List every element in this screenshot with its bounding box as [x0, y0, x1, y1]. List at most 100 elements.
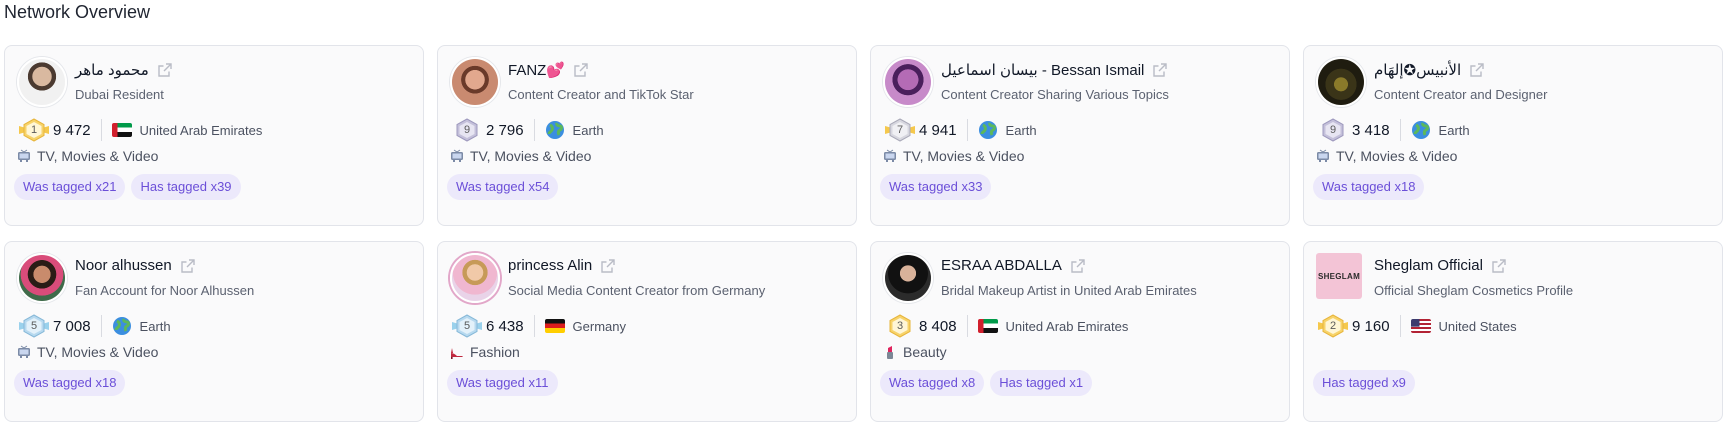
divider [533, 315, 535, 337]
profile-card[interactable]: محمود ماهر Dubai Resident 1 9 472 United… [4, 45, 424, 226]
avatar[interactable] [17, 253, 67, 303]
germany-flag-icon [544, 319, 565, 333]
rank-number: 1 [30, 124, 38, 136]
profile-stats: 9 2 796 Earth [450, 117, 604, 143]
category-label: TV, Movies & Video [903, 148, 1025, 164]
profile-subtitle: Content Creator and TikTok Star [508, 87, 694, 102]
profile-subtitle: Social Media Content Creator from German… [508, 283, 766, 298]
lipstick-icon [887, 346, 893, 359]
external-link-icon[interactable] [1070, 258, 1086, 274]
location-label: Earth [1438, 122, 1470, 138]
rank-number: 5 [30, 320, 38, 332]
tag-chip[interactable]: Has tagged x9 [1313, 370, 1415, 396]
profile-name[interactable]: Sheglam Official [1374, 257, 1483, 274]
avatar[interactable] [17, 57, 67, 107]
tag-chip[interactable]: Was tagged x18 [1313, 174, 1425, 200]
tag-chip[interactable]: Was tagged x33 [880, 174, 992, 200]
profile-subtitle: Fan Account for Noor Alhussen [75, 283, 255, 298]
tag-chip[interactable]: Was tagged x54 [447, 174, 559, 200]
avatar[interactable] [1316, 57, 1366, 107]
external-link-icon[interactable] [573, 62, 589, 78]
profile-card[interactable]: FANZ💕 Content Creator and TikTok Star 9 … [437, 45, 857, 226]
score-value: 3 418 [1352, 121, 1390, 139]
profile-header: الأنبيس✪إلهَام Content Creator and Desig… [1316, 57, 1710, 107]
rank-badge: 5 [17, 313, 51, 339]
external-link-icon[interactable] [1152, 62, 1168, 78]
rank-badge: 3 [883, 313, 917, 339]
rank-number: 9 [463, 124, 471, 136]
profile-card[interactable]: SHEGLAM Sheglam Official Official Shegla… [1303, 241, 1723, 422]
score-value: 7 008 [53, 317, 91, 335]
external-link-icon[interactable] [1469, 62, 1485, 78]
tag-list: Was tagged x8 Has tagged x1 [880, 370, 1093, 396]
rank-badge: 7 [883, 117, 917, 143]
category: Beauty [883, 344, 947, 360]
rank-badge: 9 [450, 117, 484, 143]
profile-name[interactable]: FANZ💕 [508, 61, 565, 79]
tag-list: Was tagged x11 [447, 370, 558, 396]
profile-header: محمود ماهر Dubai Resident [17, 57, 411, 107]
rank-badge: 5 [450, 313, 484, 339]
sheglam-logo[interactable]: SHEGLAM [1316, 253, 1362, 299]
external-link-icon[interactable] [157, 62, 173, 78]
category: TV, Movies & Video [17, 148, 158, 164]
score-value: 9 472 [53, 121, 91, 139]
profile-name[interactable]: الأنبيس✪إلهَام [1374, 61, 1461, 79]
location-label: United Arab Emirates [139, 122, 263, 138]
profile-header: بيسان اسماعيل - Bessan Ismail Content Cr… [883, 57, 1277, 107]
tag-chip[interactable]: Was tagged x8 [880, 370, 985, 396]
divider [966, 119, 968, 141]
tag-list: Was tagged x54 [447, 174, 559, 200]
profile-name[interactable]: محمود ماهر [75, 61, 149, 79]
divider [100, 315, 102, 337]
tag-list: Was tagged x33 [880, 174, 992, 200]
profile-header: Noor alhussen Fan Account for Noor Alhus… [17, 253, 411, 303]
profile-card[interactable]: الأنبيس✪إلهَام Content Creator and Desig… [1303, 45, 1723, 226]
profile-name[interactable]: Noor alhussen [75, 257, 172, 274]
tv-icon [1317, 149, 1329, 162]
profile-name[interactable]: ESRAA ABDALLA [941, 257, 1062, 274]
profile-stats: 9 3 418 Earth [1316, 117, 1470, 143]
tag-chip[interactable]: Was tagged x11 [447, 370, 558, 396]
globe-icon [112, 317, 131, 335]
avatar[interactable] [450, 253, 500, 303]
location-label: United States [1438, 318, 1517, 334]
tag-chip[interactable]: Has tagged x39 [131, 174, 241, 200]
location-label: Germany [572, 318, 627, 334]
tag-chip[interactable]: Has tagged x1 [990, 370, 1093, 396]
profile-name[interactable]: بيسان اسماعيل - Bessan Ismail [941, 61, 1144, 79]
profile-name[interactable]: princess Alin [508, 257, 592, 274]
profile-card[interactable]: ESRAA ABDALLA Bridal Makeup Artist in Un… [870, 241, 1290, 422]
high-heel-icon [451, 348, 463, 359]
category-label: Fashion [470, 344, 520, 360]
avatar[interactable] [883, 57, 933, 107]
avatar[interactable] [450, 57, 500, 107]
location-label: Earth [1005, 122, 1037, 138]
score-value: 4 941 [919, 121, 957, 139]
globe-icon [978, 121, 997, 139]
tag-chip[interactable]: Was tagged x21 [14, 174, 126, 200]
tag-chip[interactable]: Was tagged x18 [14, 370, 126, 396]
usa-flag-icon [1410, 319, 1431, 333]
score-value: 2 796 [486, 121, 524, 139]
location-label: United Arab Emirates [1005, 318, 1129, 334]
uae-flag-icon [977, 319, 998, 333]
profile-subtitle: Bridal Makeup Artist in United Arab Emir… [941, 283, 1197, 298]
page-title: Network Overview [4, 2, 151, 22]
tv-icon [884, 149, 896, 162]
external-link-icon[interactable] [600, 258, 616, 274]
external-link-icon[interactable] [180, 258, 196, 274]
profile-subtitle: Dubai Resident [75, 87, 164, 102]
profile-card[interactable]: بيسان اسماعيل - Bessan Ismail Content Cr… [870, 45, 1290, 226]
profile-card[interactable]: Noor alhussen Fan Account for Noor Alhus… [4, 241, 424, 422]
tv-icon [451, 149, 463, 162]
tv-icon [18, 149, 30, 162]
profile-stats: 3 8 408 United Arab Emirates [883, 313, 1128, 339]
profile-card[interactable]: princess Alin Social Media Content Creat… [437, 241, 857, 422]
profile-header: FANZ💕 Content Creator and TikTok Star [450, 57, 844, 107]
profile-stats: 2 9 160 United States [1316, 313, 1517, 339]
tag-list: Was tagged x18 [14, 370, 126, 396]
avatar[interactable] [883, 253, 933, 303]
external-link-icon[interactable] [1491, 258, 1507, 274]
profile-header: SHEGLAM Sheglam Official Official Shegla… [1316, 253, 1710, 301]
